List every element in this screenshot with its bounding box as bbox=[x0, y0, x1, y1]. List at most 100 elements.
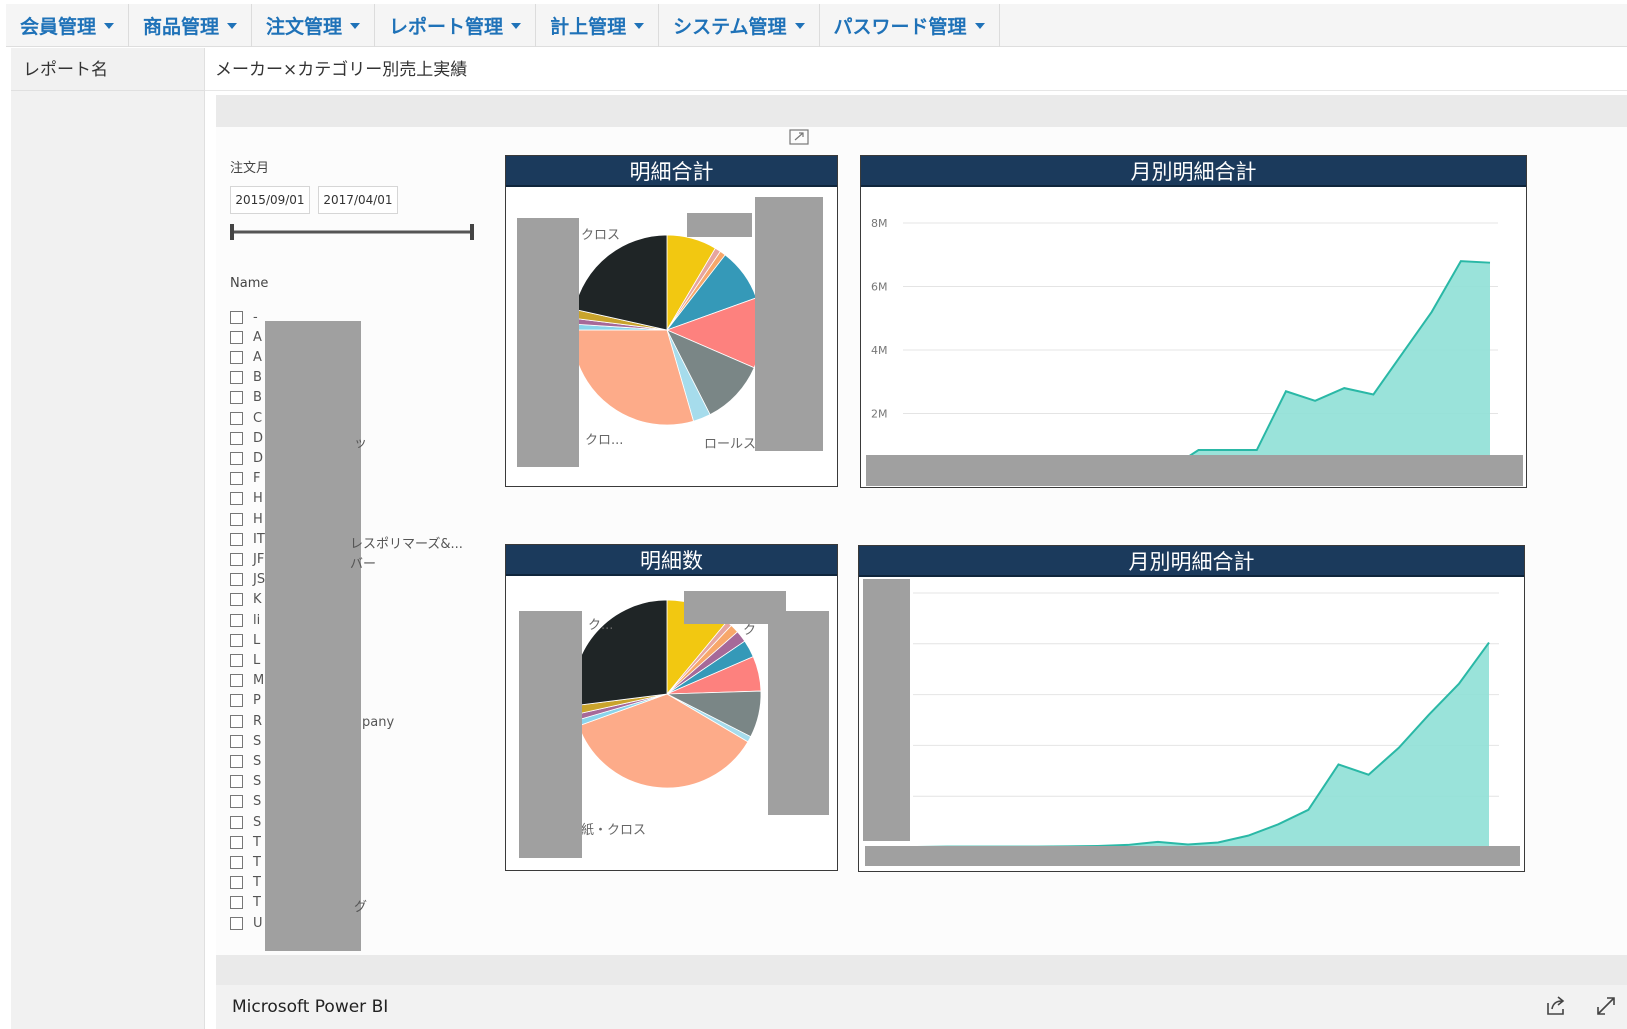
checkbox[interactable] bbox=[230, 350, 243, 364]
nav-product[interactable]: 商品管理 bbox=[129, 4, 253, 47]
pie-label: ク... bbox=[588, 618, 614, 633]
checkbox[interactable] bbox=[230, 391, 243, 405]
checkbox[interactable] bbox=[230, 371, 243, 385]
checkbox[interactable] bbox=[230, 876, 243, 890]
redaction-block bbox=[755, 197, 823, 451]
date-to-input[interactable]: 2017/04/01 bbox=[318, 186, 398, 214]
focus-mode-icon[interactable] bbox=[789, 129, 809, 145]
redaction-block bbox=[517, 218, 579, 467]
nav-password-label: パスワード管理 bbox=[833, 16, 967, 38]
date-range-slider[interactable] bbox=[230, 223, 474, 241]
name-slicer-item-label: H bbox=[253, 511, 263, 527]
checkbox[interactable] bbox=[230, 573, 243, 587]
report-header: メーカー×カテゴリー別売上実績 bbox=[205, 48, 1627, 91]
powerbi-footer: Microsoft Power BI bbox=[216, 985, 1627, 1029]
pie-card-count: 明細数 ク... 紙・クロス ク bbox=[505, 544, 838, 871]
caret-down-icon bbox=[227, 22, 238, 29]
redaction-block bbox=[865, 846, 1520, 866]
checkbox[interactable] bbox=[230, 916, 243, 930]
caret-down-icon bbox=[794, 22, 805, 29]
main-nav: 会員管理 商品管理 注文管理 レポート管理 計上管理 システム管理 パスワード管… bbox=[6, 4, 1627, 47]
redaction-block bbox=[519, 611, 582, 858]
checkbox[interactable] bbox=[230, 411, 243, 425]
name-tail-text: ッ bbox=[354, 436, 368, 451]
checkbox[interactable] bbox=[230, 795, 243, 809]
redaction-block bbox=[863, 579, 910, 841]
name-slicer-item-label: S bbox=[253, 753, 262, 769]
redaction-block bbox=[768, 611, 829, 815]
checkbox[interactable] bbox=[230, 855, 243, 869]
checkbox[interactable] bbox=[230, 552, 243, 566]
nav-order-label: 注文管理 bbox=[266, 16, 343, 38]
checkbox[interactable] bbox=[230, 674, 243, 688]
checkbox[interactable] bbox=[230, 714, 243, 728]
pie-label: クロス bbox=[581, 228, 621, 243]
nav-member[interactable]: 会員管理 bbox=[6, 4, 130, 47]
nav-accounting[interactable]: 計上管理 bbox=[536, 4, 660, 47]
checkbox[interactable] bbox=[230, 633, 243, 647]
pie-card-amount: 明細合計 クロス クロ... ロールス bbox=[505, 155, 838, 487]
checkbox[interactable] bbox=[230, 330, 243, 344]
name-slicer-item-label: - bbox=[253, 309, 258, 325]
name-tail-text: レスポリマーズ&... bbox=[350, 537, 463, 552]
checkbox[interactable] bbox=[230, 653, 243, 667]
checkbox[interactable] bbox=[230, 451, 243, 465]
name-slicer-item-label: JF bbox=[253, 551, 265, 567]
date-from-input[interactable]: 2015/09/01 bbox=[230, 186, 310, 214]
area-card-monthly-count-title: 月別明細合計 bbox=[859, 546, 1524, 577]
redaction-block bbox=[866, 455, 1523, 486]
checkbox[interactable] bbox=[230, 310, 243, 324]
name-slicer-item-label: D bbox=[253, 450, 264, 466]
checkbox[interactable] bbox=[230, 431, 243, 445]
name-tail-text: グ bbox=[354, 900, 368, 915]
name-slicer-item-label: S bbox=[253, 814, 262, 830]
checkbox[interactable] bbox=[230, 754, 243, 768]
name-slicer-item-label: B bbox=[253, 390, 262, 406]
name-slicer-item-label: S bbox=[253, 794, 262, 810]
nav-product-label: 商品管理 bbox=[143, 16, 220, 38]
area-chart-monthly-amount[interactable]: 8M6M4M2M0M bbox=[861, 187, 1526, 487]
checkbox[interactable] bbox=[230, 815, 243, 829]
powerbi-brand-link[interactable]: Microsoft Power BI bbox=[232, 997, 388, 1017]
checkbox[interactable] bbox=[230, 472, 243, 486]
name-slicer-item-label: H bbox=[253, 491, 263, 507]
caret-down-icon bbox=[974, 22, 985, 29]
name-slicer-item-label: T bbox=[253, 834, 261, 850]
nav-system[interactable]: システム管理 bbox=[659, 4, 820, 47]
powerbi-top-bar bbox=[216, 95, 1627, 127]
nav-password[interactable]: パスワード管理 bbox=[820, 4, 1000, 47]
name-slicer-title: Name bbox=[230, 276, 269, 291]
nav-report[interactable]: レポート管理 bbox=[375, 4, 537, 47]
sidebar: レポート名 bbox=[11, 48, 205, 1029]
area-chart-monthly-count[interactable] bbox=[859, 577, 1524, 871]
y-tick-label: 2M bbox=[871, 408, 888, 421]
divider bbox=[11, 90, 205, 91]
checkbox[interactable] bbox=[230, 613, 243, 627]
nav-accounting-label: 計上管理 bbox=[550, 16, 627, 38]
share-icon[interactable] bbox=[1543, 993, 1569, 1019]
checkbox[interactable] bbox=[230, 694, 243, 708]
name-slicer-item-label: S bbox=[253, 774, 262, 790]
expand-icon[interactable] bbox=[1593, 993, 1619, 1019]
report-name-value: メーカー×カテゴリー別売上実績 bbox=[215, 60, 468, 80]
y-tick-label: 6M bbox=[871, 281, 888, 294]
name-slicer-item-label: L bbox=[253, 632, 261, 648]
name-slicer-item-label: P bbox=[253, 693, 261, 709]
checkbox[interactable] bbox=[230, 593, 243, 607]
checkbox[interactable] bbox=[230, 896, 243, 910]
checkbox[interactable] bbox=[230, 734, 243, 748]
checkbox[interactable] bbox=[230, 512, 243, 526]
checkbox[interactable] bbox=[230, 835, 243, 849]
nav-report-label: レポート管理 bbox=[389, 16, 504, 38]
nav-order[interactable]: 注文管理 bbox=[252, 4, 376, 47]
name-slicer-item-label: L bbox=[253, 652, 261, 668]
checkbox[interactable] bbox=[230, 775, 243, 789]
nav-system-label: システム管理 bbox=[673, 16, 787, 38]
powerbi-embed: 注文月 2015/09/01 2017/04/01 Name -AABBCDDF… bbox=[216, 95, 1627, 1029]
checkbox[interactable] bbox=[230, 492, 243, 506]
name-slicer-item-label: T bbox=[253, 875, 261, 891]
checkbox[interactable] bbox=[230, 532, 243, 546]
area-fill bbox=[907, 261, 1490, 477]
powerbi-page-bar bbox=[216, 955, 1627, 985]
name-slicer-item-label: M bbox=[253, 673, 265, 689]
